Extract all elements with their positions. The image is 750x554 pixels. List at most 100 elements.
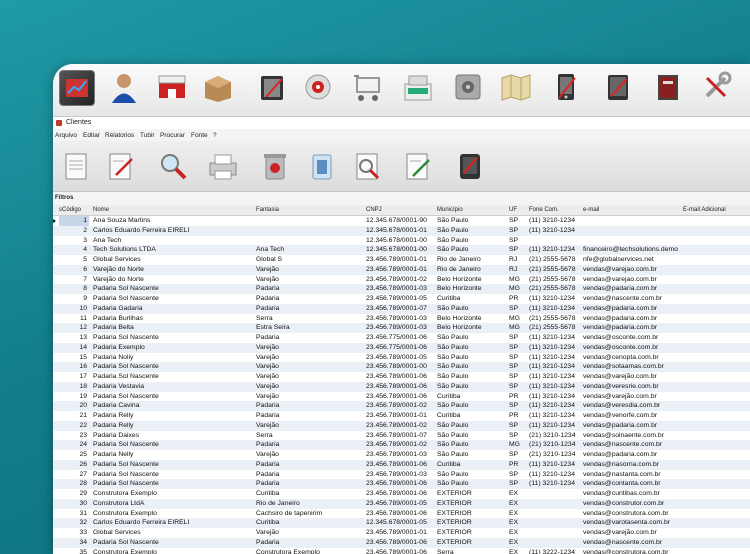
menu-help[interactable]: ? [213, 130, 217, 141]
table-row[interactable]: 6 Varejão do Norte Varejão 23.456.789/0001-… [53, 264, 750, 275]
table-row[interactable]: 21 Padaria Relly Padaria 23.456.789/0001-01… [53, 411, 750, 421]
cell-email: vendas@soinaente.com.br [583, 431, 664, 439]
table-row[interactable]: 18 Padaria Vestavia Varejão 23.456.789/0001… [53, 381, 750, 392]
book-icon[interactable] [651, 70, 685, 104]
col-header-fone[interactable]: Fone Com. [529, 205, 559, 215]
cell-fantasia: Varejão [256, 275, 279, 283]
cell-fone: (11) 3210-1234 [529, 373, 575, 380]
cell-nome: Padaria Sol Nascente [93, 295, 159, 302]
cell-municipio: São Paulo [437, 402, 469, 410]
cell-municipio: São Paulo [437, 246, 469, 254]
col-header-nome[interactable]: Nome [93, 205, 109, 215]
phone-icon[interactable] [549, 70, 583, 104]
tools-icon[interactable] [699, 70, 733, 104]
cd-icon[interactable] [301, 70, 335, 104]
cell-fone: (21) 3210-1234 [529, 451, 576, 458]
cell-cnpj: 23.456.789/0001-01 [366, 412, 427, 419]
cash-register-icon[interactable] [401, 70, 435, 104]
cell-nome: Padaria Burlihas [93, 314, 143, 322]
table-row[interactable]: 9 Padaria Sol Nascente Padaria 23.456.789/0… [53, 294, 750, 304]
menu-editar[interactable]: Editar [83, 130, 100, 141]
edit-list-icon[interactable] [401, 149, 435, 183]
cell-fantasia: Global S [256, 256, 283, 263]
table-row[interactable]: 11 Padaria Burlihas Serra 23.456.789/0001-0… [53, 314, 750, 324]
table-row[interactable]: 5 Global Services Global S 23.456.789/0001-… [53, 255, 750, 265]
table-row[interactable]: 4 Tech Solutions LTDA Ana Tech 12.345.678/0… [53, 245, 750, 255]
cell-municipio: EXTERIOR [437, 519, 472, 527]
package-icon[interactable] [201, 70, 235, 104]
table-row[interactable]: 10 Padaria Gadaria Padaria 23.456.789/0001-… [53, 303, 750, 314]
search-icon[interactable] [156, 149, 190, 183]
table-row[interactable]: 33 Global Services Varejão 23.456.789/0001-… [53, 528, 750, 538]
cell-uf: SP [509, 217, 519, 224]
notebook-icon[interactable] [255, 70, 289, 104]
table-row[interactable]: 22 Padaria Relly Varejão 23.456.789/0001-02… [53, 420, 750, 431]
cell-nome: Padaria Sol Nascente [93, 373, 159, 380]
table-row[interactable]: 34 Padaria Sol Nascente Padaria 23.456.789/… [53, 537, 750, 548]
col-header-uf[interactable]: UF [509, 205, 517, 215]
table-row[interactable]: 14 Padaria Exemplo Varejão 23.456.775/0001-… [53, 342, 750, 353]
store-icon[interactable] [155, 70, 189, 104]
menu-relatorios[interactable]: Relatorios [105, 130, 134, 141]
table-row[interactable]: 25 Padaria Nelly Varejão 23.456.789/0001-03… [53, 450, 750, 460]
table-row[interactable]: 26 Padaria Sol Nascente Padaria 23.456.789/… [53, 459, 750, 470]
cell-nome: Construtora Exemplo [93, 548, 157, 554]
table-row[interactable]: 28 Padaria Sol Nascente Padaria 23.456.789/… [53, 479, 750, 489]
cell-fantasia: Rio de Janeiro [256, 499, 300, 507]
col-header-email-adicional[interactable]: E-mail Adicional [683, 205, 726, 215]
cell-email: vendas@veresrie.com.br [583, 382, 659, 390]
clients-grid[interactable]: sCódigo Nome Fantasia CNPJ Município UF … [53, 205, 750, 554]
recycle-bin-icon[interactable] [305, 149, 339, 183]
table-row[interactable]: 31 Construtora Exemplo Cachsiro de tapenir… [53, 509, 750, 519]
table-row[interactable]: 2 Carlos Eduardo Ferreira EIRELI 12.345.67… [53, 225, 750, 236]
col-header-codigo[interactable]: sCódigo [59, 205, 81, 215]
cart-icon[interactable] [351, 70, 385, 104]
table-row[interactable]: 12 Padaria Belta Estra Seira 23.456.789/000… [53, 323, 750, 333]
map-icon[interactable] [499, 70, 533, 104]
cell-fone: (11) 3210-1234 [529, 304, 575, 312]
table-row[interactable]: 7 Varejão do Norte Varejão 23.456.789/0001-… [53, 275, 750, 285]
table-row[interactable]: 27 Padaria Sol Nascente Padaria 23.456.789/… [53, 470, 750, 480]
table-row[interactable]: 24 Padaria Sol Nascente Padaria 23.456.789/… [53, 440, 750, 450]
table-row[interactable]: 16 Padaria Sol Nascente Varejão 23.456.789/… [53, 362, 750, 372]
cell-fantasia: Varejão [256, 451, 279, 458]
col-header-fantasia[interactable]: Fantasia [256, 205, 279, 215]
table-row[interactable]: 1 Ana Souza Martins 12.345.678/0001-90 São … [53, 216, 750, 226]
cell-fantasia: Varejão [256, 421, 279, 429]
menu-tubir[interactable]: Tubir [140, 130, 155, 141]
cell-nome: Padaria Exemplo [93, 343, 145, 351]
safe-icon[interactable] [451, 70, 485, 104]
cell-cnpj: 23.456.789/0001-00 [366, 363, 427, 371]
table-row[interactable]: 8 Padaria Sol Nascente Padaria 23.456.789/0… [53, 284, 750, 294]
notepad-icon[interactable] [60, 149, 94, 183]
table-row[interactable]: 23 Padaria Daixes Serra 23.456.789/0001-07 S… [53, 431, 750, 441]
table-row[interactable]: 29 Construtora Exemplo Curitiba 23.456.789/… [53, 489, 750, 499]
table-row[interactable]: 35 Construtora Exemplo Construtora Exemplo… [53, 548, 750, 554]
delete-trash-icon[interactable] [258, 149, 292, 183]
table-row[interactable]: 15 Padaria Noliy Varejão 23.456.789/0001-05… [53, 353, 750, 363]
table-row[interactable]: 17 Padaria Sol Nascente Varejão 23.456.789/… [53, 372, 750, 382]
table-row[interactable]: 3 Ana Tech 12.345.678/0001-00 São Paulo SP [53, 236, 750, 246]
table-row[interactable]: 30 Construtora LtdA Rio de Janeiro 23.456.7… [53, 498, 750, 509]
filters-bar[interactable]: Filtros [53, 192, 750, 204]
edit-notepad-icon[interactable] [104, 149, 138, 183]
printer-icon[interactable] [206, 149, 240, 183]
device-icon[interactable] [453, 149, 487, 183]
col-header-municipio[interactable]: Município [437, 205, 463, 215]
table-row[interactable]: 13 Padaria Sol Nascente Padaria 23.456.775/… [53, 333, 750, 343]
table-row[interactable]: 20 Padaria Cavina Padaria 23.456.789/0001-0… [53, 401, 750, 411]
table-row[interactable]: 32 Carlos Eduardo Ferreira EIRELI Curitiba… [53, 518, 750, 528]
menu-procurar[interactable]: Procurar [160, 130, 185, 141]
cell-nome: Construtora Exemplo [93, 490, 157, 497]
filters-label: Filtros [55, 195, 74, 201]
search-list-icon[interactable] [351, 149, 385, 183]
col-header-cnpj[interactable]: CNPJ [366, 205, 382, 215]
col-header-email[interactable]: e-mail [583, 205, 599, 215]
table-row[interactable]: 19 Padaria Sol Nascente Varejão 23.456.789/… [53, 392, 750, 402]
tablet-icon[interactable] [601, 70, 635, 104]
menu-arquivo[interactable]: Arquivo [55, 130, 77, 141]
chart-icon[interactable] [59, 70, 95, 106]
user-icon[interactable] [107, 70, 141, 104]
cell-municipio: São Paulo [437, 451, 469, 458]
menu-fonte[interactable]: Fonte [191, 130, 208, 141]
